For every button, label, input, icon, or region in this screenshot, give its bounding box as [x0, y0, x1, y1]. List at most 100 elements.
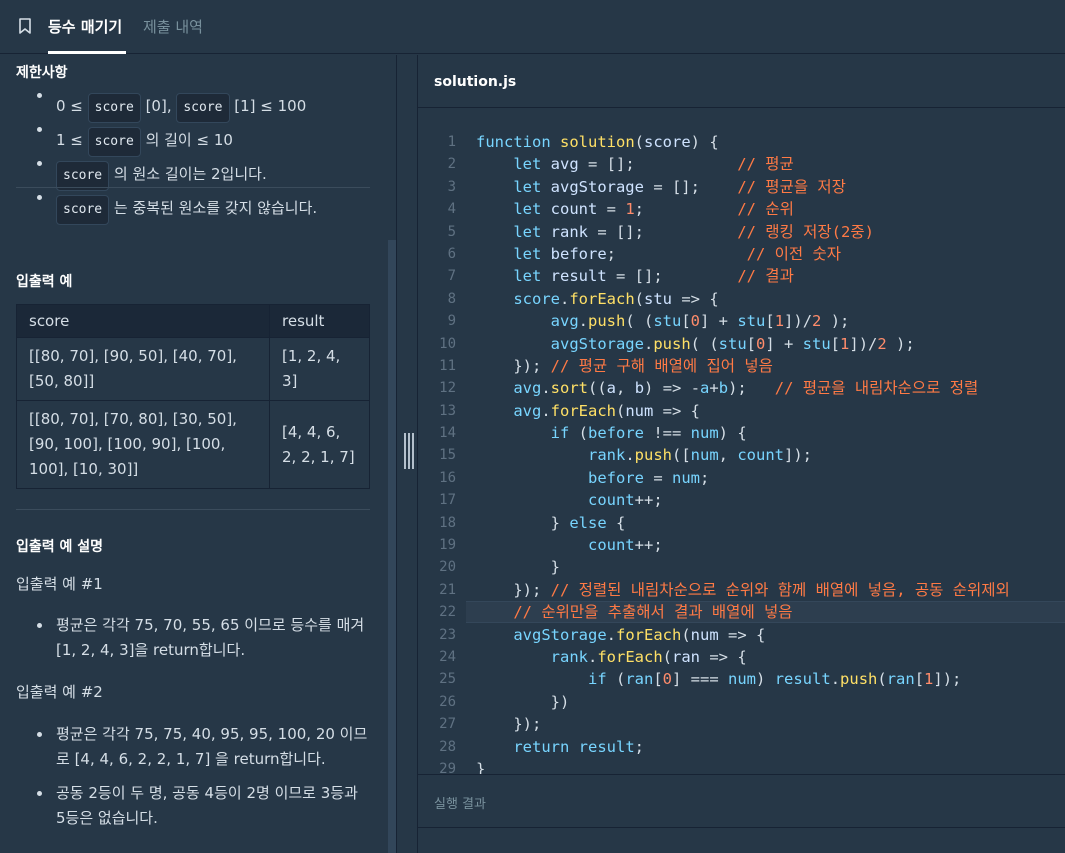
code-token: a — [606, 379, 617, 398]
code-lines[interactable]: function solution(score) { let avg = [];… — [476, 131, 1010, 774]
code-line[interactable]: avg.sort((a, b) => -a+b); // 평균을 내림차순으로 … — [476, 377, 1010, 399]
line-number: 29 — [439, 760, 456, 774]
code-token: return — [513, 737, 579, 756]
code-chip: score — [87, 93, 141, 123]
code-token: num — [690, 446, 719, 465]
code-line[interactable]: }); — [476, 713, 1010, 735]
code-line[interactable]: let avg = []; // 평균 — [476, 153, 1010, 175]
code-token: 1 — [774, 312, 785, 331]
code-token: . — [606, 625, 616, 644]
code-token: ; — [634, 200, 738, 219]
code-token: . — [587, 647, 598, 666]
code-line[interactable]: if (before !== num) { — [476, 422, 1010, 444]
code-token: . — [578, 312, 588, 331]
code-token: rank — [550, 222, 588, 241]
code-line[interactable]: avg.push( (stu[0] + stu[1])/2 ); — [476, 310, 1010, 332]
code-line[interactable]: } else { — [476, 512, 1010, 534]
line-number: 8 — [447, 290, 456, 307]
left-scrollbar-thumb[interactable] — [388, 240, 396, 853]
table-row: [[80, 70], [70, 80], [30, 50], [90, 100]… — [16, 400, 370, 489]
code-token: } — [476, 558, 560, 577]
code-line[interactable]: } — [476, 758, 1010, 774]
code-line[interactable]: before = num; — [476, 467, 1010, 489]
code-token: ( — [616, 401, 626, 420]
code-token: = []; — [587, 222, 738, 241]
code-token: [ — [830, 334, 841, 353]
code-token: }); — [476, 580, 551, 599]
code-line[interactable]: if (ran[0] === num) result.push(ran[1]); — [476, 668, 1010, 690]
code-line[interactable]: let before; // 이전 숫자 — [476, 243, 1010, 265]
code-line[interactable]: }); // 평균 구해 배열에 집어 넣음 — [476, 355, 1010, 377]
line-number: 11 — [439, 357, 456, 374]
code-token: ] + — [765, 334, 803, 353]
code-token: , — [718, 446, 738, 465]
line-number: 9 — [447, 313, 456, 330]
line-number: 28 — [439, 738, 456, 755]
code-token: ( ( — [690, 334, 719, 353]
line-number: 15 — [439, 447, 456, 464]
code-token: // 이전 숫자 — [746, 244, 842, 263]
tab-problem[interactable]: 등수 매기기 — [48, 16, 122, 37]
code-line[interactable]: count++; — [476, 534, 1010, 556]
code-token: ( — [606, 670, 626, 689]
code-line[interactable]: function solution(score) { — [476, 131, 1010, 153]
code-line[interactable]: // 순위만을 추출해서 결과 배열에 넣음 — [476, 601, 1010, 623]
constraint-text: 의 길이 ≤ 10 — [140, 131, 233, 149]
code-token: avg — [513, 401, 542, 420]
code-token: . — [541, 379, 551, 398]
code-token: result — [550, 267, 607, 286]
line-number: 4 — [447, 201, 456, 218]
code-token: else — [569, 513, 607, 532]
section-divider — [16, 187, 370, 188]
table-header-row: score result — [16, 304, 370, 338]
code-line[interactable]: return result; — [476, 736, 1010, 758]
code-token: = — [643, 468, 672, 487]
drag-handle-icon[interactable] — [404, 433, 414, 469]
code-token: forEach — [597, 647, 663, 666]
table-row: [[80, 70], [90, 50], [40, 70], [50, 80]]… — [16, 337, 370, 401]
code-line[interactable]: let count = 1; // 순위 — [476, 198, 1010, 220]
code-token: ran — [672, 647, 700, 666]
list-item: 0 ≤ score [0], score [1] ≤ 100 — [16, 93, 317, 127]
code-line[interactable]: let avgStorage = []; // 평균을 저장 — [476, 176, 1010, 198]
code-chip: score — [176, 93, 230, 123]
code-line[interactable]: rank.push([num, count]); — [476, 444, 1010, 466]
example-1-list: 평균은 각각 75, 70, 55, 65 이므로 등수를 매겨 [1, 2, … — [16, 613, 370, 663]
code-line[interactable]: avgStorage.push( (stu[0] + stu[1])/2 ); — [476, 333, 1010, 355]
code-line[interactable]: let result = []; // 결과 — [476, 265, 1010, 287]
code-line[interactable]: }) — [476, 691, 1010, 713]
code-token: b — [718, 379, 729, 398]
code-token: , — [616, 379, 635, 398]
table-cell: [1, 2, 4, 3] — [269, 337, 370, 401]
code-token: sort — [550, 379, 588, 398]
code-token: push — [840, 670, 878, 689]
code-line[interactable]: avgStorage.forEach(num => { — [476, 624, 1010, 646]
tab-submissions[interactable]: 제출 내역 — [143, 16, 203, 37]
code-line[interactable]: }); // 정렬된 내림차순으로 순위와 함께 배열에 넣음, 공동 순위제외 — [476, 579, 1010, 601]
code-line[interactable]: count++; — [476, 489, 1010, 511]
bookmark-icon[interactable] — [19, 18, 31, 34]
code-line[interactable]: let rank = []; // 랭킹 저장(2중) — [476, 221, 1010, 243]
code-line[interactable]: rank.forEach(ran => { — [476, 646, 1010, 668]
code-line[interactable]: } — [476, 556, 1010, 578]
code-line[interactable]: score.forEach(stu => { — [476, 288, 1010, 310]
example-2-list: 평균은 각각 75, 75, 40, 95, 95, 100, 20 이므로 [… — [16, 722, 370, 831]
code-token: ]); — [784, 446, 812, 465]
list-item: 공동 2등이 두 명, 공동 4등이 2명 이므로 3등과 5등은 없습니다. — [16, 781, 370, 831]
code-token: ) { — [718, 424, 747, 443]
code-token: = — [597, 200, 626, 219]
line-number: 6 — [447, 245, 456, 262]
table-cell: [[80, 70], [70, 80], [30, 50], [90, 100]… — [16, 400, 270, 489]
code-token: if — [550, 424, 570, 443]
code-token: ) { — [690, 133, 719, 151]
code-editor[interactable]: 1 2 3 4 5 6 7 8 9 10 11 12 13 14 15 16 17 18 19 20 21 22 23 24 2… — [418, 55, 1065, 774]
code-token: score — [644, 133, 691, 151]
code-line[interactable]: avg.forEach(num => { — [476, 400, 1010, 422]
code-token: => { — [700, 647, 747, 666]
code-token: { — [606, 513, 626, 532]
